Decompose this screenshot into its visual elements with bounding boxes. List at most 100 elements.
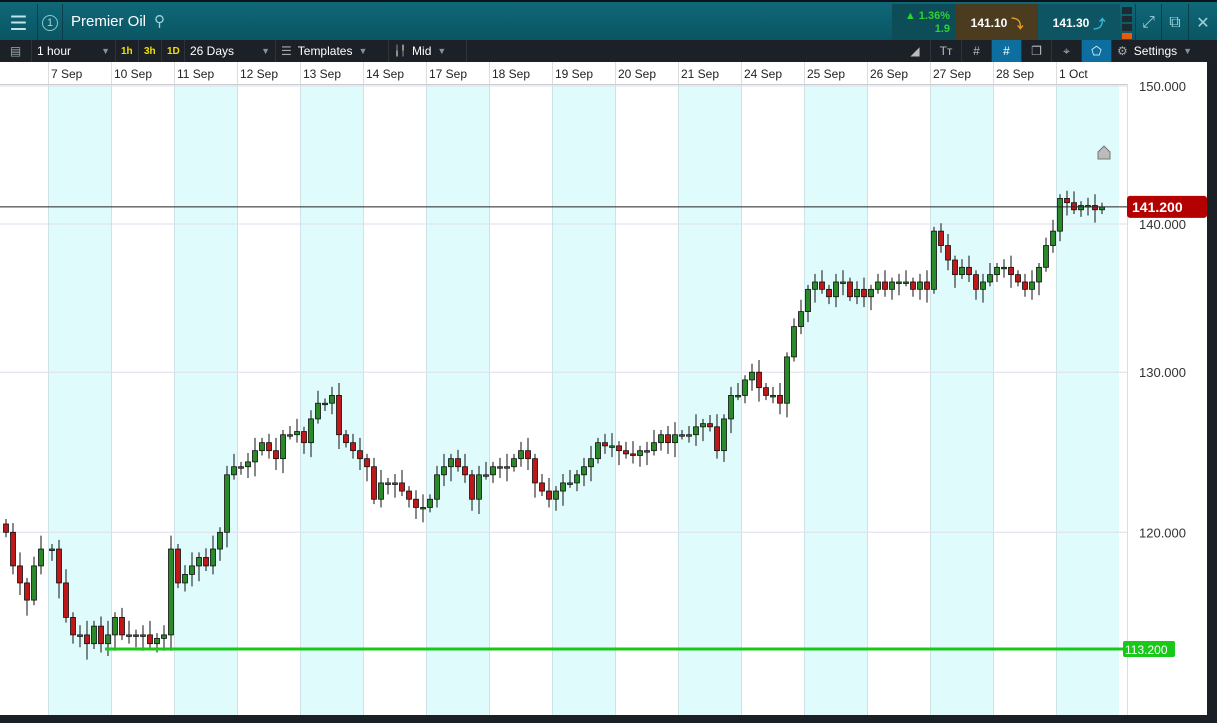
day-shade [552,84,615,715]
buy-price: 141.30 [1052,16,1090,30]
candle-up [105,634,111,645]
candle-up [1043,245,1049,268]
candle-up [889,281,895,290]
support-label: 113.200 [1125,643,1168,657]
templates-label: Templates [297,44,353,58]
date-label: 26 Sep [870,67,908,81]
candle-up [31,565,37,601]
candle-up [833,281,839,298]
candle-down [616,445,622,452]
candle-down [763,387,769,396]
price-label-button[interactable]: ⬠ [1082,40,1112,62]
candle-up [791,326,797,358]
candle-up [518,450,524,460]
date-label: 18 Sep [492,67,530,81]
list-button[interactable]: ▤ [0,40,32,62]
date-label: 17 Sep [429,67,467,81]
day-shade [426,84,489,715]
popout-button[interactable]: ⧉ [1162,4,1189,42]
sell-button[interactable]: 141.10 ⤵ [956,4,1038,42]
price-type-label: Mid [412,44,432,58]
candle-up [38,548,44,567]
draw-tool-button[interactable]: ◢ [900,40,931,62]
candle-up [392,482,398,485]
chevron-down-icon: ▼ [261,46,270,56]
change-percent: 1.36% [918,10,950,22]
candle-down [966,266,972,276]
candle-up [812,281,818,290]
candle-up [805,288,811,313]
candle-down [203,557,209,567]
candlestick-chart[interactable]: 7 Sep 10 Sep 11 Sep 12 Sep 13 Sep 14 Sep 17 Se… [0,62,1207,715]
candle-up [686,434,692,437]
chart-toolbar: ▤ 1 hour ▼ 1h 3h 1D 26 Days ▼ ☰ Templates ▼ … [0,40,1217,62]
date-label: 10 Sep [114,67,152,81]
candle-up [798,311,804,327]
chevron-down-icon: ▼ [101,46,110,56]
candle-down [602,442,608,447]
quick-3h[interactable]: 3h [139,40,162,62]
candle-up [287,434,293,437]
menu-button[interactable]: ☰ [0,4,38,42]
snap-grid-button[interactable]: # [992,40,1022,62]
candle-down [1022,281,1028,290]
candle-down [266,442,272,452]
candle-up [224,474,230,533]
candle-down [1015,274,1021,283]
price-change: ▲ 1.36% 1.9 [892,4,956,42]
text-size-button[interactable]: Tт [931,40,962,62]
candle-up [448,458,454,468]
candle-down [1064,198,1070,204]
quick-1d[interactable]: 1D [162,40,185,62]
chevron-down-icon: ▼ [437,46,447,56]
grid-pen-icon: # [1003,44,1010,58]
candle-down [777,395,783,404]
candle-up [700,423,706,428]
layers-button[interactable]: ❐ [1022,40,1052,62]
interval-select[interactable]: 1 hour ▼ [32,40,116,62]
grid-icon: # [973,44,980,58]
candle-up [693,426,699,436]
price-tick-label: 140.000 [1139,217,1186,232]
candle-up [245,461,251,468]
date-label: 20 Sep [618,67,656,81]
candle-down [406,490,412,500]
crosshair-button[interactable]: ⌖ [1052,40,1082,62]
candle-down [3,523,9,533]
candle-down [756,371,762,389]
candle-down [10,531,16,567]
candle-up [854,288,860,298]
candle-up [728,395,734,420]
external-link-icon: ⧉ [1169,14,1181,31]
candle-down [847,281,853,298]
workspace-badge[interactable]: 1 [38,4,63,42]
candle-up [770,395,776,398]
candle-down [56,548,62,584]
templates-select[interactable]: ☰ Templates ▼ [276,40,389,62]
candle-up [133,634,139,637]
range-select[interactable]: 26 Days ▼ [185,40,276,62]
candle-up [112,617,118,636]
gear-icon: ⚙ [1117,44,1128,58]
maximize-button[interactable]: ⤢ [1135,4,1162,42]
candle-up [644,450,650,453]
sell-price: 141.10 [970,16,1008,30]
instrument-title[interactable]: Premier Oil [71,13,146,30]
arrow-up-icon: ⤴ [1093,16,1106,31]
search-icon[interactable]: ⚲ [154,12,165,30]
candle-up [210,548,216,567]
price-type-select[interactable]: ╽╿ Mid ▼ [389,40,467,62]
buy-button[interactable]: 141.30 ⤴ [1038,4,1120,42]
bottom-border [0,715,1217,723]
settings-button[interactable]: ⚙ Settings ▼ [1112,40,1217,62]
quick-1h[interactable]: 1h [116,40,139,62]
price-chart[interactable]: 7 Sep 10 Sep 11 Sep 12 Sep 13 Sep 14 Sep 17 Se… [0,62,1207,715]
candle-up [1078,205,1084,211]
candle-up [784,356,790,404]
candles-icon: ╽╿ [394,45,407,57]
close-button[interactable]: ✕ [1189,4,1217,42]
settings-label: Settings [1133,44,1178,58]
candle-up [595,442,601,460]
line-tool-icon: ◢ [910,44,920,58]
grid-button[interactable]: # [962,40,992,62]
